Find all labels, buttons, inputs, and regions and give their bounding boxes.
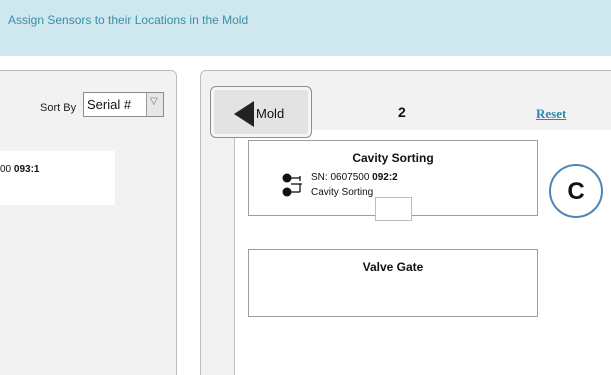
arrow-left-icon [234,101,254,127]
sn-suffix: 092:2 [372,172,398,183]
chevron-down-icon: ▽ [150,96,158,107]
location-title: Valve Gate [362,260,424,274]
sn-prefix: SN: 0607500 [311,172,373,183]
location-box-valve-gate[interactable]: Valve Gate [248,249,538,317]
header-banner: Assign Sensors to their Locations in the… [0,0,611,56]
reset-link[interactable]: Reset [536,106,566,122]
location-box-cavity-sorting[interactable]: Cavity Sorting SN: 0607500 092:2 Cavity … [248,140,538,221]
sensor-connector-icon[interactable] [282,172,304,198]
callout-badge: C [549,164,603,218]
cavity-field-label: Cavity Sorting [311,187,374,198]
callout-label: C [567,178,585,205]
location-title: Cavity Sorting [352,151,434,165]
sensor-serial-prefix: 00 [0,164,14,175]
dropdown-button[interactable]: ▽ [146,93,163,116]
sort-by-label: Sort By [40,102,77,114]
sensor-serial-suffix: 093:1 [13,164,40,175]
cavity-number-input[interactable] [375,197,412,221]
sort-select-value: Serial # [87,97,132,112]
sensor-list-item[interactable]: 00 093:1 [0,151,115,205]
mold-back-button[interactable]: Mold [210,86,312,138]
mold-button-label: Mold [256,106,285,121]
page-title: Assign Sensors to their Locations in the… [8,13,249,27]
sensor-serial: 00 093:1 [0,164,39,175]
sensor-serial-number: SN: 0607500 092:2 [311,172,398,183]
mold-number: 2 [398,104,406,120]
sort-by-select[interactable]: Serial # ▽ [83,92,164,117]
